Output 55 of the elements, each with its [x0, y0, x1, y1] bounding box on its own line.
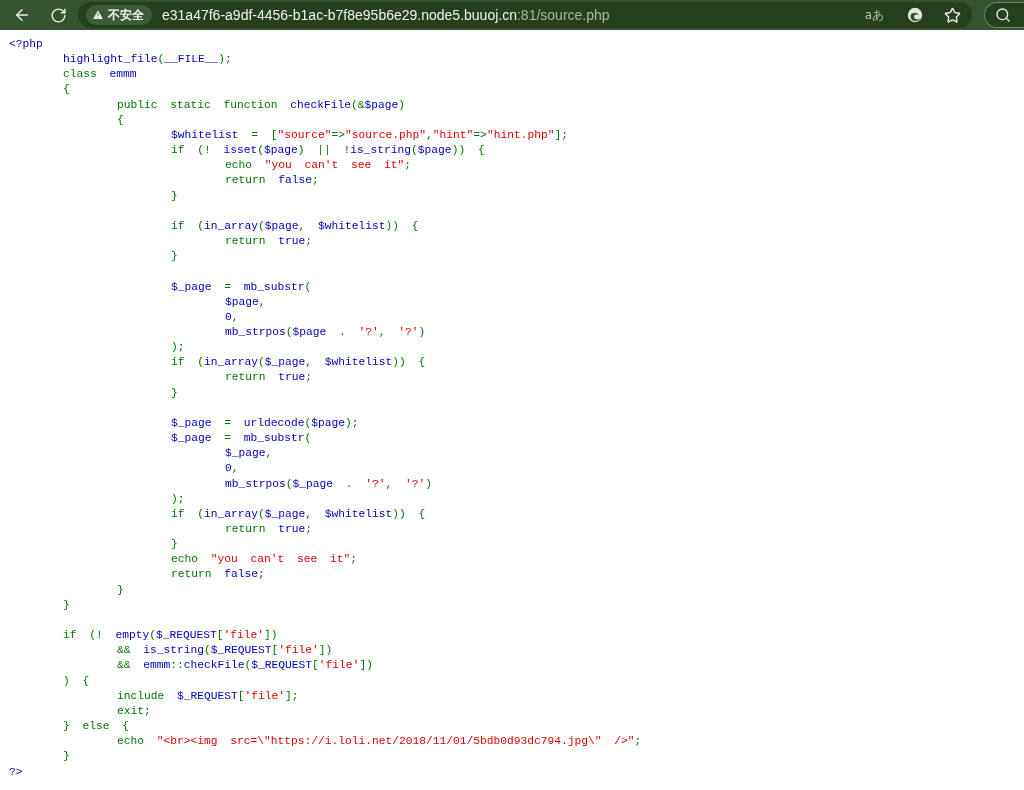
code-line: $_page, — [225, 447, 273, 460]
code-line: if (! isset($page) || !is_string($page)) { — [171, 144, 485, 157]
read-aloud-button[interactable]: aあ — [858, 6, 890, 24]
code-line: && is_string($_REQUEST['file']) — [117, 644, 333, 657]
code-line: if (! empty($_REQUEST['file']) — [63, 629, 278, 642]
code-line: } — [171, 538, 178, 551]
warning-icon — [92, 9, 104, 21]
code-line: 0, — [225, 462, 239, 475]
code-line: if (in_array($_page, $whitelist)) { — [171, 356, 426, 369]
code-line: include $_REQUEST['file']; — [117, 689, 299, 702]
code-line: $whitelist = ["source"=>"source.php","hint"=>"hint.php"]; — [171, 128, 568, 141]
code-line: $page, — [225, 295, 266, 308]
security-badge[interactable]: 不安全 — [86, 5, 152, 25]
code-line: } — [63, 750, 70, 763]
swirl-icon[interactable] — [906, 6, 924, 24]
code-line: echo "you can't see it"; — [225, 159, 412, 172]
code-line: && emmm::checkFile($_REQUEST['file']) — [117, 659, 373, 672]
code-line: 0, — [225, 310, 239, 323]
code-line: ) { — [63, 674, 90, 687]
code-line: ); — [171, 492, 185, 505]
code-line: echo "<br><img src=\"https://i.loli.net/2018/11/01/5bdb0d93dc794.jpg\" />"; — [117, 735, 642, 748]
code-line: mb_strpos($page . '?', '?') — [225, 325, 426, 338]
code-line: } — [63, 598, 70, 611]
code-line: public static function checkFile(&$page) — [117, 98, 406, 111]
code-line: { — [63, 83, 70, 96]
code-line: <?php — [9, 38, 43, 50]
star-icon — [943, 6, 961, 24]
address-field[interactable]: 不安全 e31a47f6-a9df-4456-b1ac-b7f8e95b6e29.node5.buuoj.cn:81/source.php aあ — [78, 2, 972, 28]
code-line: if (in_array($page, $whitelist)) { — [171, 219, 419, 232]
code-line: if (in_array($_page, $whitelist)) { — [171, 507, 426, 520]
code-line: $_page = mb_substr( — [171, 280, 312, 293]
search-button[interactable] — [984, 2, 1024, 28]
code-line: } — [171, 189, 178, 202]
code-line: return false; — [171, 568, 265, 581]
code-line: return false; — [225, 174, 319, 187]
code-line: class emmm — [63, 68, 137, 81]
code-line: return true; — [225, 371, 313, 384]
code-line: return true; — [225, 523, 313, 535]
code-line: highlight_file(__FILE__); — [63, 53, 232, 66]
code-line: } — [171, 250, 178, 263]
search-icon — [995, 7, 1011, 23]
code-line: return true; — [225, 235, 313, 248]
code-line: $_page = mb_substr( — [171, 432, 312, 445]
code-line: ); — [171, 341, 185, 354]
code-line: exit; — [117, 704, 151, 717]
code-line: echo "you can't see it"; — [171, 553, 358, 566]
code-line: { — [117, 113, 124, 126]
code-line: $_page = urldecode($page); — [171, 416, 359, 429]
url-text: e31a47f6-a9df-4456-b1ac-b7f8e95b6e29.node5.buuoj.cn:81/source.php — [162, 7, 610, 23]
reload-icon — [49, 6, 67, 24]
code-line: mb_strpos($_page . '?', '?') — [225, 477, 433, 490]
code-line: } — [171, 386, 178, 399]
code-line: } else { — [63, 720, 129, 733]
code-line: ?> — [9, 765, 23, 778]
code-line: } — [117, 583, 124, 596]
